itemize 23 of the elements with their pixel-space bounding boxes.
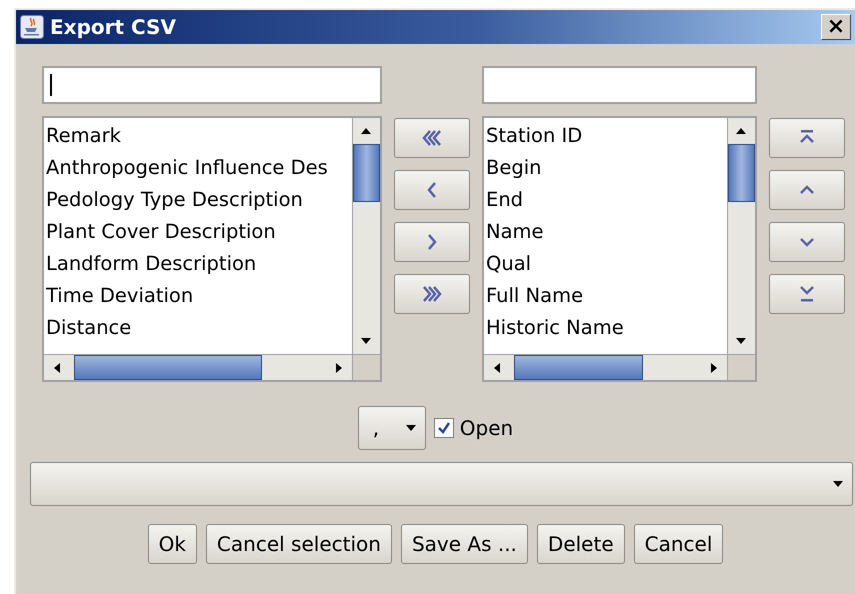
list-item[interactable]: Pedology Type Description <box>46 184 352 216</box>
list-item[interactable]: Distance <box>46 312 352 344</box>
list-item[interactable]: Historic Name <box>486 312 727 344</box>
dialog-button[interactable]: Delete <box>536 524 625 564</box>
list-item[interactable]: Landform Description <box>46 248 352 280</box>
list-item[interactable]: Station ID <box>486 120 727 152</box>
separator-dropdown[interactable]: , <box>358 406 426 450</box>
dialog-button[interactable]: Cancel <box>634 524 724 564</box>
window-title: Export CSV <box>50 15 177 39</box>
list-item[interactable]: Full Name <box>486 280 727 312</box>
dialog-button[interactable]: Cancel selection <box>206 524 392 564</box>
list-item[interactable]: Remark <box>46 120 352 152</box>
list-item[interactable]: Begin <box>486 152 727 184</box>
dialog-button[interactable]: Ok <box>148 524 197 564</box>
list-item[interactable]: Qual <box>486 248 727 280</box>
checkbox-label: Open <box>460 416 514 440</box>
list-item[interactable]: Anthropogenic Influence Des <box>46 152 352 184</box>
list-item[interactable]: Name <box>486 216 727 248</box>
close-button[interactable]: × <box>821 14 851 40</box>
list-item[interactable]: Time Deviation <box>46 280 352 312</box>
dialog-button[interactable]: Save As ... <box>400 524 528 564</box>
list-item[interactable]: Plant Cover Description <box>46 216 352 248</box>
list-item[interactable]: End <box>486 184 727 216</box>
